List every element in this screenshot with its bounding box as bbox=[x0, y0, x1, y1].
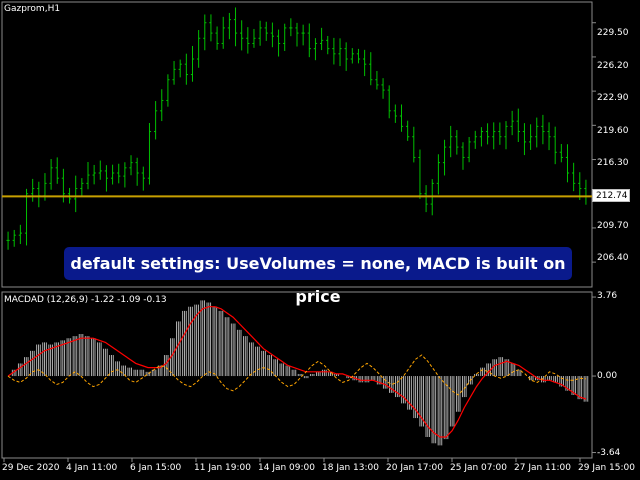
indicator-title: MACDAD (12,26,9) -1.22 -1.09 -0.13 bbox=[4, 295, 167, 305]
time-tick-label: 14 Jan 09:00 bbox=[258, 463, 315, 473]
background bbox=[0, 0, 640, 480]
price-tick-label: 216.30 bbox=[597, 158, 629, 168]
time-tick-label: 20 Jan 17:00 bbox=[386, 463, 443, 473]
time-tick-label: 29 Jan 15:00 bbox=[578, 463, 635, 473]
chart-canvas bbox=[0, 0, 640, 480]
indicator-tick-label: 3.76 bbox=[597, 291, 618, 301]
time-tick-label: 18 Jan 13:00 bbox=[322, 463, 379, 473]
price-tick-label: 222.90 bbox=[597, 93, 629, 103]
price-tick-label: 206.40 bbox=[597, 253, 629, 263]
time-tick-label: 4 Jan 11:00 bbox=[66, 463, 118, 473]
symbol-title: Gazprom,H1 bbox=[4, 4, 61, 14]
price-tick-label: 229.50 bbox=[597, 28, 629, 38]
price-tick-label: 209.70 bbox=[597, 221, 629, 231]
price-tick-label: 226.20 bbox=[597, 61, 629, 71]
time-tick-label: 25 Jan 07:00 bbox=[450, 463, 507, 473]
last-price-label: 212.74 bbox=[592, 189, 630, 203]
time-tick-label: 29 Dec 2020 bbox=[2, 463, 60, 473]
time-tick-label: 6 Jan 15:00 bbox=[130, 463, 182, 473]
info-banner: default settings: UseVolumes = none, MAC… bbox=[64, 247, 572, 306]
time-tick-label: 11 Jan 19:00 bbox=[194, 463, 251, 473]
price-tick-label: 219.60 bbox=[597, 126, 629, 136]
time-tick-label: 27 Jan 11:00 bbox=[514, 463, 571, 473]
indicator-tick-label: 0.00 bbox=[597, 371, 618, 381]
indicator-tick-label: -3.64 bbox=[597, 448, 621, 458]
